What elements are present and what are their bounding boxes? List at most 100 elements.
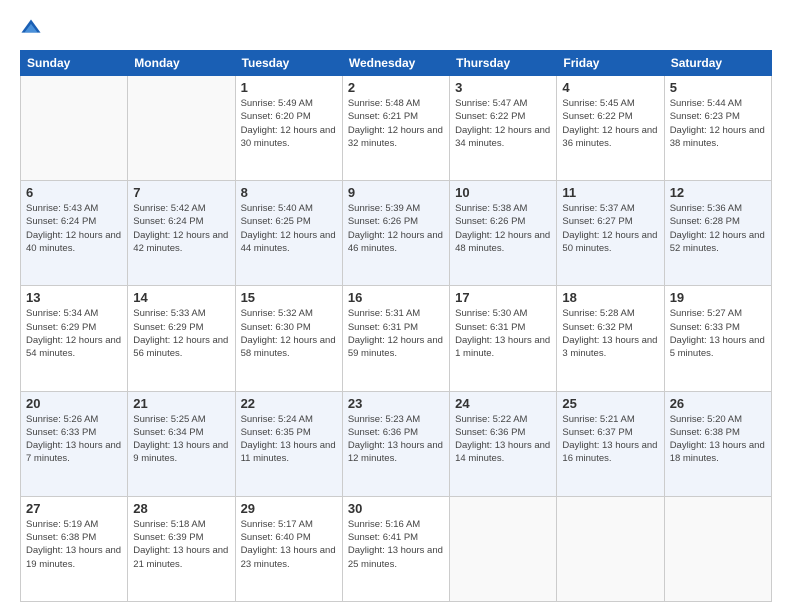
calendar-cell: 28 Sunrise: 5:18 AM Sunset: 6:39 PM Dayli… bbox=[128, 496, 235, 601]
day-info: Sunrise: 5:30 AM Sunset: 6:31 PM Dayligh… bbox=[455, 307, 551, 360]
day-number: 10 bbox=[455, 185, 551, 200]
calendar-cell: 14 Sunrise: 5:33 AM Sunset: 6:29 PM Dayli… bbox=[128, 286, 235, 391]
header bbox=[20, 18, 772, 40]
day-number: 20 bbox=[26, 396, 122, 411]
day-number: 28 bbox=[133, 501, 229, 516]
calendar-cell: 11 Sunrise: 5:37 AM Sunset: 6:27 PM Dayli… bbox=[557, 181, 664, 286]
day-info: Sunrise: 5:34 AM Sunset: 6:29 PM Dayligh… bbox=[26, 307, 122, 360]
day-info: Sunrise: 5:44 AM Sunset: 6:23 PM Dayligh… bbox=[670, 97, 766, 150]
day-number: 9 bbox=[348, 185, 444, 200]
day-number: 8 bbox=[241, 185, 337, 200]
calendar-cell bbox=[128, 76, 235, 181]
calendar-week-row: 27 Sunrise: 5:19 AM Sunset: 6:38 PM Dayli… bbox=[21, 496, 772, 601]
day-info: Sunrise: 5:26 AM Sunset: 6:33 PM Dayligh… bbox=[26, 413, 122, 466]
calendar-cell: 5 Sunrise: 5:44 AM Sunset: 6:23 PM Daylig… bbox=[664, 76, 771, 181]
day-info: Sunrise: 5:16 AM Sunset: 6:41 PM Dayligh… bbox=[348, 518, 444, 571]
calendar-cell: 8 Sunrise: 5:40 AM Sunset: 6:25 PM Daylig… bbox=[235, 181, 342, 286]
calendar-day-header: Saturday bbox=[664, 51, 771, 76]
day-info: Sunrise: 5:22 AM Sunset: 6:36 PM Dayligh… bbox=[455, 413, 551, 466]
day-number: 13 bbox=[26, 290, 122, 305]
day-info: Sunrise: 5:32 AM Sunset: 6:30 PM Dayligh… bbox=[241, 307, 337, 360]
day-info: Sunrise: 5:19 AM Sunset: 6:38 PM Dayligh… bbox=[26, 518, 122, 571]
calendar-day-header: Thursday bbox=[450, 51, 557, 76]
day-info: Sunrise: 5:48 AM Sunset: 6:21 PM Dayligh… bbox=[348, 97, 444, 150]
day-info: Sunrise: 5:27 AM Sunset: 6:33 PM Dayligh… bbox=[670, 307, 766, 360]
day-number: 17 bbox=[455, 290, 551, 305]
calendar-cell: 6Sunrise: 5:43 AM Sunset: 6:24 PM Daylig… bbox=[21, 181, 128, 286]
day-info: Sunrise: 5:47 AM Sunset: 6:22 PM Dayligh… bbox=[455, 97, 551, 150]
calendar-cell: 16Sunrise: 5:31 AM Sunset: 6:31 PM Dayli… bbox=[342, 286, 449, 391]
calendar-cell: 19 Sunrise: 5:27 AM Sunset: 6:33 PM Dayli… bbox=[664, 286, 771, 391]
day-info: Sunrise: 5:40 AM Sunset: 6:25 PM Dayligh… bbox=[241, 202, 337, 255]
day-info: Sunrise: 5:31 AM Sunset: 6:31 PM Dayligh… bbox=[348, 307, 444, 360]
calendar-cell: 3 Sunrise: 5:47 AM Sunset: 6:22 PM Daylig… bbox=[450, 76, 557, 181]
day-info: Sunrise: 5:28 AM Sunset: 6:32 PM Dayligh… bbox=[562, 307, 658, 360]
day-number: 18 bbox=[562, 290, 658, 305]
calendar-day-header: Monday bbox=[128, 51, 235, 76]
day-number: 14 bbox=[133, 290, 229, 305]
calendar-cell: 15 Sunrise: 5:32 AM Sunset: 6:30 PM Dayli… bbox=[235, 286, 342, 391]
calendar-cell: 10 Sunrise: 5:38 AM Sunset: 6:26 PM Dayli… bbox=[450, 181, 557, 286]
day-number: 2 bbox=[348, 80, 444, 95]
day-number: 27 bbox=[26, 501, 122, 516]
calendar-cell: 12 Sunrise: 5:36 AM Sunset: 6:28 PM Dayli… bbox=[664, 181, 771, 286]
calendar-day-header: Wednesday bbox=[342, 51, 449, 76]
calendar-cell bbox=[450, 496, 557, 601]
calendar-cell: 27 Sunrise: 5:19 AM Sunset: 6:38 PM Dayli… bbox=[21, 496, 128, 601]
day-info: Sunrise: 5:39 AM Sunset: 6:26 PM Dayligh… bbox=[348, 202, 444, 255]
calendar-week-row: 6Sunrise: 5:43 AM Sunset: 6:24 PM Daylig… bbox=[21, 181, 772, 286]
day-number: 7 bbox=[133, 185, 229, 200]
calendar-cell: 18 Sunrise: 5:28 AM Sunset: 6:32 PM Dayli… bbox=[557, 286, 664, 391]
day-info: Sunrise: 5:43 AM Sunset: 6:24 PM Dayligh… bbox=[26, 202, 122, 255]
calendar-table: SundayMondayTuesdayWednesdayThursdayFrid… bbox=[20, 50, 772, 602]
day-info: Sunrise: 5:24 AM Sunset: 6:35 PM Dayligh… bbox=[241, 413, 337, 466]
calendar-cell bbox=[664, 496, 771, 601]
day-number: 12 bbox=[670, 185, 766, 200]
calendar-cell: 30 Sunrise: 5:16 AM Sunset: 6:41 PM Dayli… bbox=[342, 496, 449, 601]
calendar-cell bbox=[557, 496, 664, 601]
day-number: 29 bbox=[241, 501, 337, 516]
day-number: 1 bbox=[241, 80, 337, 95]
day-number: 15 bbox=[241, 290, 337, 305]
day-info: Sunrise: 5:49 AM Sunset: 6:20 PM Dayligh… bbox=[241, 97, 337, 150]
calendar-cell bbox=[21, 76, 128, 181]
calendar-cell: 7 Sunrise: 5:42 AM Sunset: 6:24 PM Daylig… bbox=[128, 181, 235, 286]
day-number: 4 bbox=[562, 80, 658, 95]
day-number: 22 bbox=[241, 396, 337, 411]
day-info: Sunrise: 5:25 AM Sunset: 6:34 PM Dayligh… bbox=[133, 413, 229, 466]
page: SundayMondayTuesdayWednesdayThursdayFrid… bbox=[0, 0, 792, 612]
day-number: 3 bbox=[455, 80, 551, 95]
day-info: Sunrise: 5:36 AM Sunset: 6:28 PM Dayligh… bbox=[670, 202, 766, 255]
day-info: Sunrise: 5:33 AM Sunset: 6:29 PM Dayligh… bbox=[133, 307, 229, 360]
day-number: 19 bbox=[670, 290, 766, 305]
calendar-week-row: 13 Sunrise: 5:34 AM Sunset: 6:29 PM Dayli… bbox=[21, 286, 772, 391]
calendar-day-header: Sunday bbox=[21, 51, 128, 76]
day-info: Sunrise: 5:38 AM Sunset: 6:26 PM Dayligh… bbox=[455, 202, 551, 255]
calendar-cell: 22 Sunrise: 5:24 AM Sunset: 6:35 PM Dayli… bbox=[235, 391, 342, 496]
day-info: Sunrise: 5:17 AM Sunset: 6:40 PM Dayligh… bbox=[241, 518, 337, 571]
day-info: Sunrise: 5:23 AM Sunset: 6:36 PM Dayligh… bbox=[348, 413, 444, 466]
day-info: Sunrise: 5:42 AM Sunset: 6:24 PM Dayligh… bbox=[133, 202, 229, 255]
day-number: 26 bbox=[670, 396, 766, 411]
calendar-cell: 21 Sunrise: 5:25 AM Sunset: 6:34 PM Dayli… bbox=[128, 391, 235, 496]
calendar-cell: 13 Sunrise: 5:34 AM Sunset: 6:29 PM Dayli… bbox=[21, 286, 128, 391]
day-info: Sunrise: 5:37 AM Sunset: 6:27 PM Dayligh… bbox=[562, 202, 658, 255]
day-info: Sunrise: 5:45 AM Sunset: 6:22 PM Dayligh… bbox=[562, 97, 658, 150]
calendar-cell: 25Sunrise: 5:21 AM Sunset: 6:37 PM Dayli… bbox=[557, 391, 664, 496]
day-number: 11 bbox=[562, 185, 658, 200]
calendar-cell: 9 Sunrise: 5:39 AM Sunset: 6:26 PM Daylig… bbox=[342, 181, 449, 286]
calendar-cell: 29 Sunrise: 5:17 AM Sunset: 6:40 PM Dayli… bbox=[235, 496, 342, 601]
day-number: 30 bbox=[348, 501, 444, 516]
logo bbox=[20, 18, 44, 40]
day-number: 21 bbox=[133, 396, 229, 411]
day-number: 5 bbox=[670, 80, 766, 95]
calendar-cell: 24 Sunrise: 5:22 AM Sunset: 6:36 PM Dayli… bbox=[450, 391, 557, 496]
calendar-cell: 20 Sunrise: 5:26 AM Sunset: 6:33 PM Dayli… bbox=[21, 391, 128, 496]
calendar-cell: 2 Sunrise: 5:48 AM Sunset: 6:21 PM Daylig… bbox=[342, 76, 449, 181]
calendar-day-header: Tuesday bbox=[235, 51, 342, 76]
day-info: Sunrise: 5:21 AM Sunset: 6:37 PM Dayligh… bbox=[562, 413, 658, 466]
calendar-header-row: SundayMondayTuesdayWednesdayThursdayFrid… bbox=[21, 51, 772, 76]
day-info: Sunrise: 5:18 AM Sunset: 6:39 PM Dayligh… bbox=[133, 518, 229, 571]
logo-icon bbox=[20, 18, 42, 40]
day-number: 24 bbox=[455, 396, 551, 411]
